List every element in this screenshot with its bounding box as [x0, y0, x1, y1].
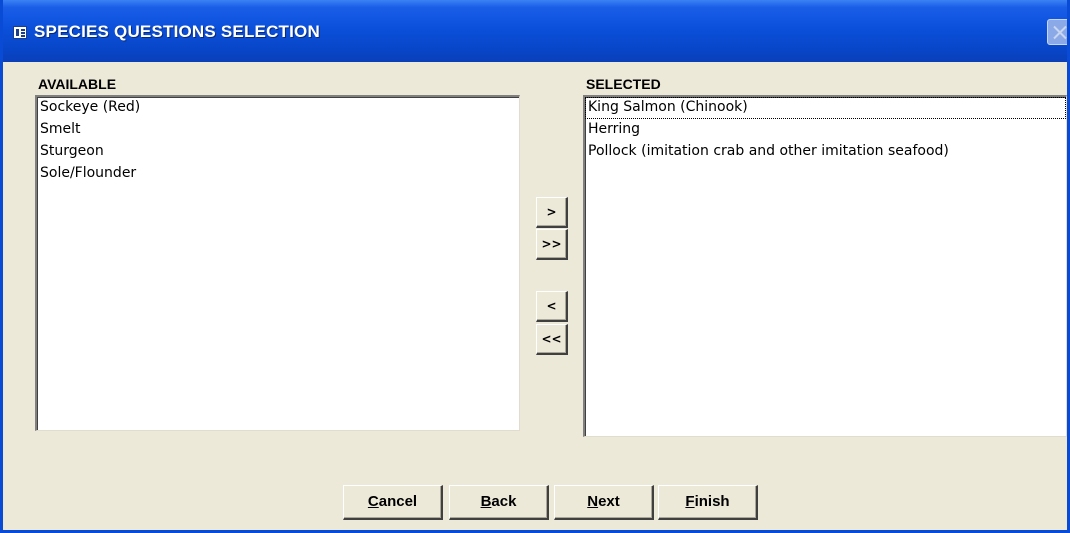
add-all-button[interactable]: >> — [536, 229, 568, 260]
remove-all-button[interactable]: << — [536, 324, 568, 355]
back-access-key: B — [480, 493, 492, 510]
list-item[interactable]: Pollock (imitation crab and other imitat… — [585, 141, 1066, 163]
list-item[interactable]: Sturgeon — [37, 141, 519, 163]
available-listbox[interactable]: Sockeye (Red) Smelt Sturgeon Sole/Flound… — [35, 95, 520, 431]
back-button[interactable]: Back — [449, 485, 549, 520]
next-access-key: N — [587, 493, 599, 510]
list-item[interactable]: King Salmon (Chinook) — [585, 97, 1066, 119]
next-label: ext — [598, 493, 620, 510]
next-button[interactable]: Next — [554, 485, 654, 520]
title-bar[interactable]: SPECIES QUESTIONS SELECTION — [3, 0, 1067, 62]
species-questions-window: SPECIES QUESTIONS SELECTION AVAILABLE So… — [0, 0, 1070, 533]
finish-label: inish — [694, 493, 730, 510]
window-title: SPECIES QUESTIONS SELECTION — [34, 22, 320, 41]
form-icon — [13, 26, 27, 39]
list-item[interactable]: Sockeye (Red) — [37, 97, 519, 119]
cancel-access-key: C — [367, 493, 379, 510]
finish-button[interactable]: Finish — [658, 485, 758, 520]
add-one-button[interactable]: > — [536, 197, 568, 228]
selected-heading: SELECTED — [586, 76, 661, 92]
available-heading: AVAILABLE — [38, 76, 117, 92]
finish-access-key: F — [685, 493, 695, 510]
list-item[interactable]: Sole/Flounder — [37, 163, 519, 185]
cancel-label: ancel — [378, 493, 418, 510]
cancel-button[interactable]: Cancel — [343, 485, 443, 520]
selected-listbox[interactable]: King Salmon (Chinook) Herring Pollock (i… — [583, 95, 1067, 437]
close-icon[interactable] — [1047, 19, 1067, 45]
list-item[interactable]: Herring — [585, 119, 1066, 141]
list-item[interactable]: Smelt — [37, 119, 519, 141]
back-label: ack — [491, 493, 517, 510]
remove-one-button[interactable]: < — [536, 291, 568, 322]
